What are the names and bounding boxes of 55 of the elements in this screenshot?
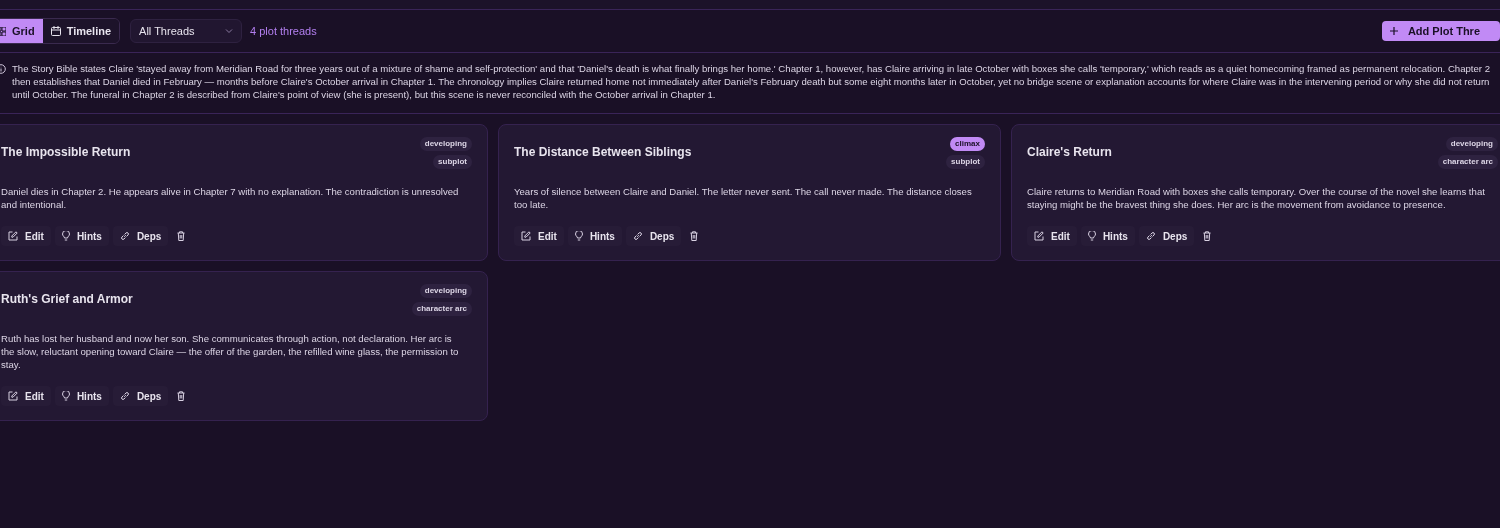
tag: developing — [1445, 137, 1498, 151]
thread-action-button[interactable]: Hints — [54, 226, 109, 246]
tag: subplot — [433, 155, 472, 169]
grid-icon — [0, 26, 6, 36]
link-icon — [632, 231, 643, 241]
lightbulb-icon — [574, 231, 583, 241]
view-tab[interactable]: Timeline — [42, 19, 120, 43]
thread-action-button[interactable]: Deps — [1138, 226, 1195, 246]
calendar-icon — [50, 26, 61, 36]
thread-action-button[interactable]: Edit — [1, 226, 51, 246]
thread-description: Daniel dies in Chapter 2. He appears alive in Chapter 7 with no explanation. The contradiction is unresolved and intentional. — [1, 185, 460, 211]
thread-action-button[interactable]: Deps — [112, 386, 169, 406]
thread-action-button[interactable]: Hints — [1080, 226, 1135, 246]
edit-icon — [8, 231, 18, 241]
edit-icon — [1034, 231, 1044, 241]
lightbulb-icon — [1087, 231, 1096, 241]
trash-icon — [177, 391, 186, 401]
thread-action-button[interactable]: Edit — [1, 386, 51, 406]
thread-description: Claire returns to Meridian Road with boxes she calls temporary. Over the course of the novel she learns that staying might be the bravest thing she does. Her arc is the movement from avoidance to presence. — [1027, 185, 1486, 211]
thread-action-button[interactable]: Hints — [567, 226, 622, 246]
thread-title: Claire's Return — [1027, 144, 1112, 161]
thread-description: Years of silence between Claire and Daniel. The letter never sent. The call never made. The distance closes too late. — [514, 185, 973, 211]
trash-icon — [177, 231, 186, 241]
add-plot-thread-button[interactable]: Add Plot Thre — [1381, 21, 1500, 41]
thread-action-button[interactable]: Hints — [54, 386, 109, 406]
tag: character arc — [411, 302, 472, 316]
thread-action-button[interactable]: Deps — [625, 226, 682, 246]
thread-count: 4 plot threads — [250, 23, 317, 39]
thread-title: The Impossible Return — [1, 144, 131, 161]
tag: climax — [950, 137, 985, 151]
plus-icon — [1389, 27, 1398, 35]
link-icon — [1145, 231, 1156, 241]
tag: character arc — [1437, 155, 1498, 169]
lightbulb-icon — [61, 391, 70, 401]
thread-action-button[interactable]: Deps — [112, 226, 169, 246]
thread-title: Ruth's Grief and Armor — [1, 291, 133, 308]
thread-filter-dropdown[interactable]: All Threads — [130, 19, 243, 43]
filter-value: All Threads — [139, 23, 195, 39]
tag: developing — [419, 284, 472, 298]
view-tab[interactable]: Grid — [0, 19, 43, 43]
link-icon — [119, 231, 130, 241]
tag: subplot — [946, 155, 985, 169]
chevron-down-icon — [225, 27, 234, 35]
thread-title: The Distance Between Siblings — [514, 144, 692, 161]
tag: developing — [419, 137, 472, 151]
continuity-notice: The Story Bible states Claire 'stayed away from Meridian Road for three years out of a mixture of shame and self-protection' and that 'Daniel's death is what finally brings her home.' Chapter 1, however, has Claire arriving in late October with boxes she calls 'temporary,' which reads as a quiet homecoming framed as permanent relocation. Chapter 2 then establishes that Daniel died in February — months before Claire's October arrival in Chapter 1. The chronology implies Claire returned home not immediately after Daniel's February death but some eight months later in October, yet no bridge scene or explanation accounts for where Claire was in the intervening period or why she did not return until October. The funeral in Chapter 2 is described from Claire's point of view (she is present), but this scene is never reconciled with the October arrival in Chapter 1. — [12, 62, 1491, 101]
thread-description: Ruth has lost her husband and now her son. She communicates through action, not declaration. Her arc is the slow, reluctant opening toward Claire — the offer of the garden, the refilled wine glass, the permission to stay. — [1, 332, 460, 371]
lightbulb-icon — [61, 231, 70, 241]
thread-action-button[interactable]: Edit — [514, 226, 564, 246]
edit-icon — [8, 391, 18, 401]
trash-icon — [690, 231, 699, 241]
trash-icon — [1203, 231, 1212, 241]
edit-icon — [521, 231, 531, 241]
link-icon — [119, 391, 130, 401]
thread-action-button[interactable]: Edit — [1027, 226, 1077, 246]
